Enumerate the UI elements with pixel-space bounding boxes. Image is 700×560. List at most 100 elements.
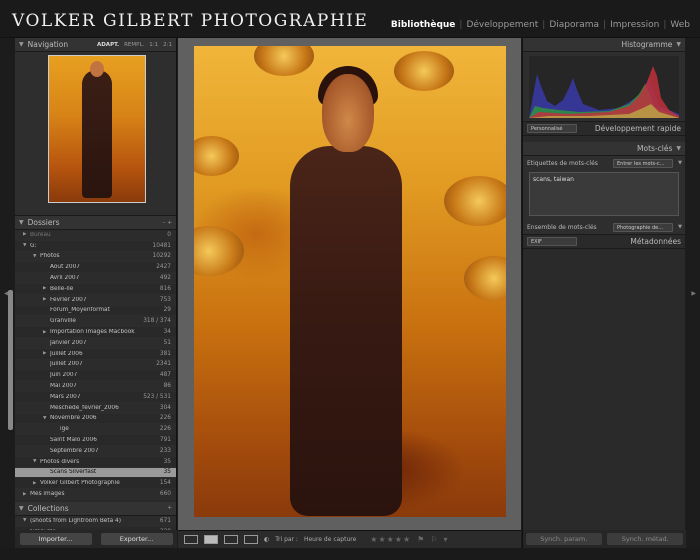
zoom-option[interactable]: 1:1: [149, 42, 158, 48]
folder-row[interactable]: ige 226: [15, 424, 176, 436]
photo-pipe-shape: [464, 256, 506, 301]
sort-select[interactable]: Heure de capture: [304, 536, 356, 543]
disclosure-triangle-icon[interactable]: ▶: [23, 232, 30, 237]
module-tab[interactable]: Diaporama: [545, 20, 603, 30]
keywords-title: Mots-clés: [637, 144, 673, 153]
folder-row[interactable]: Granville 318 / 374: [15, 316, 176, 328]
navigator-header[interactable]: ▼ Navigation ADAPT. REMPL. 1:1 2:1: [15, 38, 176, 52]
folder-row[interactable]: ▶ Mes images 660: [15, 489, 176, 500]
collections-header[interactable]: ▼ Collections +: [15, 501, 176, 516]
folder-row[interactable]: Avril 2007 492: [15, 273, 176, 284]
sync-settings-button[interactable]: Synch. param.: [525, 533, 602, 545]
folder-row[interactable]: Forum_Moyenformat 29: [15, 305, 176, 317]
histogram-header[interactable]: Histogramme ▼: [523, 38, 685, 52]
folder-row[interactable]: ▼ (shoots from Lightroom Beta 4) 671: [15, 515, 176, 527]
quick-develop-preset-select[interactable]: Personnalisé: [527, 124, 577, 133]
navigator-thumbnail[interactable]: [48, 55, 146, 203]
flag-icon[interactable]: ⚑: [417, 535, 424, 544]
disclosure-triangle-icon[interactable]: ▶: [43, 297, 50, 302]
collapse-triangle-icon[interactable]: ▼: [19, 41, 24, 48]
folder-row[interactable]: Juillet 2007 2341: [15, 359, 176, 371]
import-button[interactable]: Importer...: [19, 533, 92, 545]
folder-count: 10481: [152, 242, 171, 249]
keyword-tags-select[interactable]: Entrer les mots-c...: [613, 158, 673, 168]
loupe-view-icon[interactable]: [204, 535, 218, 544]
folder-row[interactable]: ▼ Photos divers 35: [15, 456, 176, 468]
survey-view-icon[interactable]: [244, 535, 258, 544]
folder-name: Belle-Ile: [50, 285, 74, 292]
folder-row[interactable]: ▶ Juillet 2006 381: [15, 348, 176, 360]
histogram-title: Histogramme: [621, 40, 673, 49]
folder-row[interactable]: Meschede_fevrier_2006 304: [15, 402, 176, 414]
folder-row[interactable]: ▶ Fevrier 2007 753: [15, 294, 176, 306]
folder-row[interactable]: Mars 2007 523 / 531: [15, 391, 176, 403]
disclosure-triangle-icon[interactable]: ▼: [23, 518, 30, 523]
folder-row[interactable]: Saint Malo 2006 791: [15, 435, 176, 446]
disclosure-triangle-icon[interactable]: ▶: [33, 481, 40, 486]
disclosure-triangle-icon[interactable]: ▶: [43, 470, 50, 475]
sync-metadata-button[interactable]: Synch. métad.: [607, 533, 684, 545]
keywords-header[interactable]: Mots-clés ▼: [523, 142, 685, 156]
left-scrollbar[interactable]: [8, 290, 13, 430]
module-tab[interactable]: Bibliothèque: [387, 20, 460, 30]
module-tab[interactable]: Web: [666, 20, 694, 30]
disclosure-triangle-icon[interactable]: ▶: [43, 286, 50, 291]
folders-controls[interactable]: – +: [163, 220, 172, 226]
collapse-triangle-icon[interactable]: ▼: [19, 219, 24, 226]
keyword-tags-input[interactable]: scans, taiwan: [529, 172, 679, 216]
collections-controls[interactable]: +: [167, 505, 172, 511]
folder-row[interactable]: ▶ Bureau 0: [15, 230, 176, 241]
collapse-triangle-icon[interactable]: ▼: [676, 145, 681, 152]
reject-flag-icon[interactable]: ⚐: [430, 535, 437, 544]
folder-row[interactable]: ▼ G: 10481: [15, 240, 176, 252]
collapse-triangle-icon[interactable]: ▼: [19, 505, 24, 512]
navigator-preview[interactable]: [15, 52, 176, 216]
metadata-preset-select[interactable]: EXIF: [527, 237, 577, 246]
zoom-option[interactable]: ADAPT.: [97, 42, 119, 48]
disclosure-triangle-icon[interactable]: ▶: [43, 330, 50, 335]
folder-row[interactable]: ▶ Volker Gilbert Photographie 154: [15, 478, 176, 490]
main-photo[interactable]: [194, 46, 506, 517]
export-button[interactable]: Exporter...: [100, 533, 173, 545]
rating-stars[interactable]: ★★★★★: [370, 535, 411, 544]
metadata-title[interactable]: Métadonnées: [630, 237, 681, 246]
folders-header[interactable]: ▼ Dossiers – +: [15, 216, 176, 230]
folder-row[interactable]: Septembre 2007 233: [15, 445, 176, 457]
folder-row[interactable]: Aout 2007 2427: [15, 262, 176, 274]
disclosure-triangle-icon[interactable]: ▶: [43, 351, 50, 356]
folder-row[interactable]: Janvier 2007 51: [15, 337, 176, 349]
disclosure-triangle-icon[interactable]: ▼: [33, 254, 40, 259]
filmstrip-bar: [0, 548, 700, 560]
compare-view-icon[interactable]: [224, 535, 238, 544]
grid-view-icon[interactable]: [184, 535, 198, 544]
folder-row[interactable]: ▼ Photos 10292: [15, 251, 176, 263]
collapse-triangle-icon[interactable]: ▼: [676, 41, 681, 48]
zoom-option[interactable]: 2:1: [163, 42, 172, 48]
collapse-triangle-icon[interactable]: ▼: [678, 160, 682, 166]
collections-title: Collections: [27, 503, 69, 513]
module-tab[interactable]: Développement: [462, 20, 542, 30]
folder-row[interactable]: ▶ Importation Images Macbook 34: [15, 327, 176, 338]
folder-row[interactable]: Mai 2007 86: [15, 381, 176, 392]
quick-develop-title[interactable]: Développement rapide: [595, 124, 681, 133]
folders-title: Dossiers: [27, 218, 60, 227]
disclosure-triangle-icon[interactable]: ▶: [23, 492, 30, 497]
collapse-triangle-icon[interactable]: ▼: [678, 224, 682, 230]
folder-row[interactable]: ▶ Belle-Ile 816: [15, 283, 176, 295]
folder-row[interactable]: ▶ Scans Silverfast 35: [15, 467, 176, 479]
spray-can-icon[interactable]: ◐: [264, 536, 269, 543]
folder-name: Juillet 2006: [50, 350, 83, 357]
keyword-set-select[interactable]: Photographie de...: [613, 222, 673, 232]
folder-row[interactable]: ▼ Novembre 2006 226: [15, 413, 176, 425]
zoom-option[interactable]: REMPL.: [124, 42, 144, 48]
folder-count: 10292: [152, 253, 171, 260]
module-tab[interactable]: Impression: [606, 20, 663, 30]
toolbar-menu-icon[interactable]: ▾: [443, 535, 447, 544]
disclosure-triangle-icon[interactable]: ▼: [33, 459, 40, 464]
disclosure-triangle-icon[interactable]: ▼: [23, 243, 30, 248]
loupe-view: [178, 38, 521, 530]
folder-row[interactable]: Juin 2007 487: [15, 370, 176, 382]
folder-name: Saint Malo 2006: [50, 437, 97, 444]
right-panel-toggle-icon[interactable]: ▶: [691, 290, 696, 297]
disclosure-triangle-icon[interactable]: ▼: [43, 416, 50, 421]
